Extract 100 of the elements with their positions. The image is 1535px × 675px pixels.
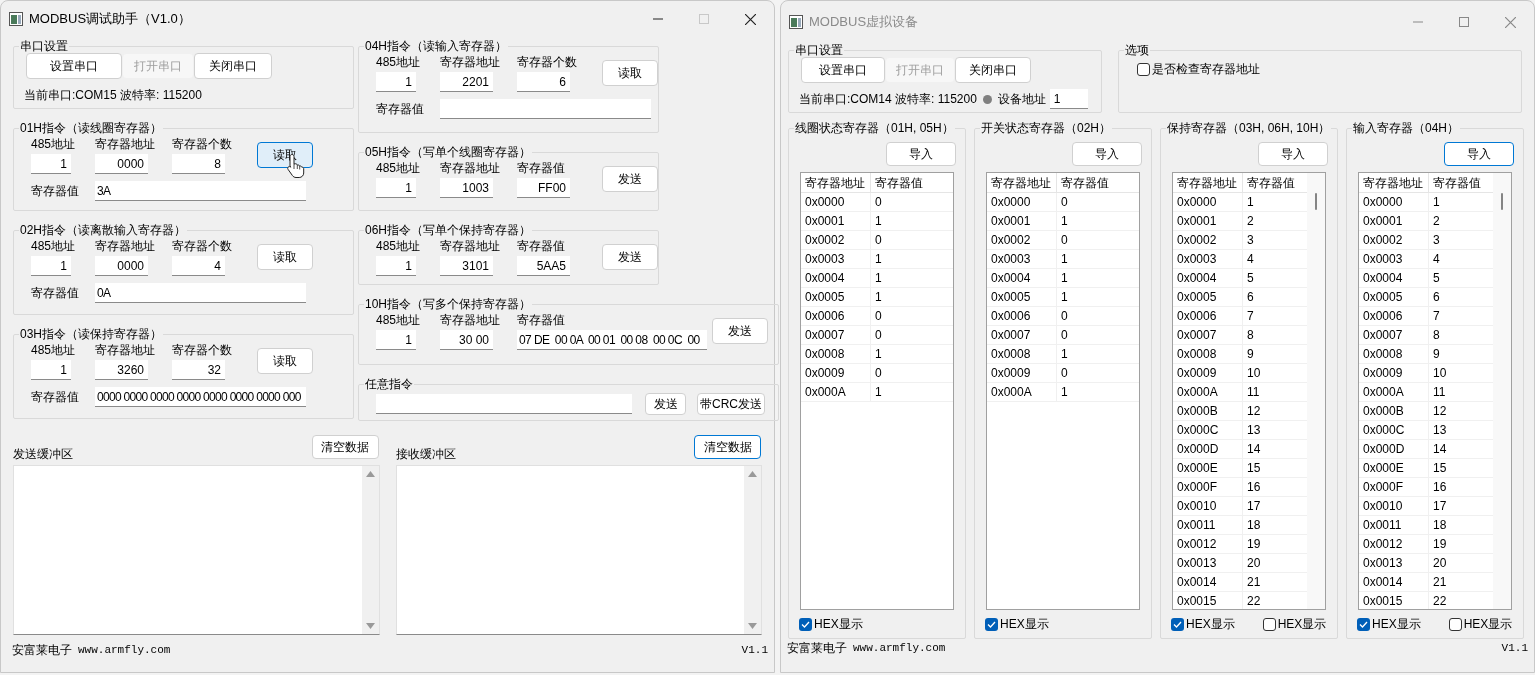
checkbox[interactable] <box>1357 617 1370 631</box>
field-label: 寄存器值 <box>31 183 80 200</box>
input-field[interactable]: 0000 0000 0000 0000 0000 0000 0000 000 <box>95 387 306 407</box>
group-title: 开关状态寄存器（02H） <box>980 121 1112 135</box>
table-cell-text: 0 <box>1060 232 1069 249</box>
input-field[interactable]: 2201 <box>440 72 493 92</box>
send-with-crc-button[interactable]: 带CRC发送 <box>697 393 765 415</box>
import-button[interactable]: 导入 <box>886 142 956 166</box>
table-cell: 0x0001 <box>1359 212 1429 230</box>
input-field[interactable]: 07 DE 00 0A 00 01 00 08 00 0C 00 <box>517 330 707 350</box>
import-button[interactable]: 导入 <box>1444 142 1514 166</box>
input-field[interactable]: FF00 <box>517 178 570 198</box>
input-field[interactable]: 1 <box>31 360 71 380</box>
table-cell-text: 11 <box>1246 384 1261 401</box>
table-cell-text: 5 <box>1432 270 1441 287</box>
checkbox-label: HEX显示 <box>1372 616 1421 633</box>
table-cell: 0x0010 <box>1359 497 1429 515</box>
input-field[interactable]: 0A <box>95 283 306 303</box>
field-label: 寄存器地址 <box>95 238 156 254</box>
checkbox[interactable] <box>799 617 812 631</box>
input-field[interactable] <box>376 394 632 414</box>
table-cell-text: 1 <box>1246 194 1255 211</box>
setup-port-button[interactable]: 设置串口 <box>26 53 122 79</box>
table-cell-text: 18 <box>1246 517 1262 534</box>
checkbox[interactable] <box>1171 617 1184 631</box>
send-button[interactable]: 发送 <box>645 393 686 415</box>
input-field[interactable]: 5AA5 <box>517 256 570 276</box>
input-field[interactable]: 1 <box>1049 89 1088 109</box>
website-link[interactable]: www.armfly.com <box>78 641 171 659</box>
checkbox[interactable] <box>1262 617 1276 631</box>
column-header[interactable]: 寄存器值 <box>1243 173 1307 192</box>
checkbox[interactable] <box>985 617 998 631</box>
input-field[interactable]: 6 <box>517 72 570 92</box>
setup-port-button[interactable]: 设置串口 <box>801 57 885 83</box>
input-field[interactable]: 3260 <box>95 360 148 380</box>
scrollbar-thumb[interactable] <box>1501 193 1503 210</box>
table-cell: 0x0006 <box>1173 307 1243 325</box>
input-field[interactable]: 32 <box>172 360 225 380</box>
table-cell-text: 6 <box>1432 289 1441 306</box>
field-label: 寄存器个数 <box>172 136 233 152</box>
input-field[interactable]: 1 <box>31 154 71 174</box>
field-label: 寄存器地址 <box>440 160 501 176</box>
table-cell: 0x0003 <box>987 250 1057 268</box>
import-button[interactable]: 导入 <box>1072 142 1142 166</box>
scrollbar-thumb[interactable] <box>1315 193 1317 210</box>
read-button[interactable]: 读取 <box>257 244 313 270</box>
import-button[interactable]: 导入 <box>1258 142 1328 166</box>
clear-data-button[interactable]: 清空数据 <box>694 435 761 459</box>
column-header[interactable]: 寄存器值 <box>1429 173 1493 192</box>
close-port-button[interactable]: 关闭串口 <box>955 57 1031 83</box>
input-field[interactable] <box>440 99 651 119</box>
input-field[interactable]: 1 <box>376 72 416 92</box>
input-field[interactable]: 1003 <box>440 178 493 198</box>
checkbox-label: HEX显示 <box>1000 616 1049 633</box>
clear-data-button[interactable]: 清空数据 <box>311 435 379 459</box>
input-field[interactable]: 1 <box>376 256 416 276</box>
close-port-button[interactable]: 关闭串口 <box>194 53 272 79</box>
checkbox[interactable] <box>1448 617 1462 631</box>
read-button[interactable]: 读取 <box>602 60 658 86</box>
read-button[interactable]: 读取 <box>257 348 313 374</box>
column-header[interactable]: 寄存器地址 <box>987 173 1057 192</box>
table-cell-text: 1 <box>1060 251 1069 268</box>
website-link[interactable]: www.armfly.com <box>853 639 946 657</box>
input-field[interactable]: 0000 <box>95 154 148 174</box>
checkbox-label: HEX显示 <box>814 616 863 633</box>
input-field[interactable]: 1 <box>376 330 416 350</box>
column-header[interactable]: 寄存器地址 <box>1173 173 1243 192</box>
column-header[interactable]: 寄存器值 <box>1057 173 1139 192</box>
column-header[interactable]: 寄存器地址 <box>1359 173 1429 192</box>
input-field[interactable]: 30 00 <box>440 330 493 350</box>
table-cell: 0x0001 <box>1173 212 1243 230</box>
column-header[interactable]: 寄存器地址 <box>801 173 871 192</box>
column-header[interactable]: 寄存器值 <box>871 173 953 192</box>
table-cell: 0x0004 <box>987 269 1057 287</box>
table-cell-text: 1 <box>1432 194 1441 211</box>
input-field[interactable]: 3101 <box>440 256 493 276</box>
table-cell: 0x0012 <box>1173 535 1243 553</box>
checkbox[interactable] <box>1137 62 1150 76</box>
send-button[interactable]: 发送 <box>712 318 768 344</box>
input-field[interactable]: 8 <box>172 154 225 174</box>
input-field[interactable]: 1 <box>376 178 416 198</box>
table-cell-text: 1 <box>874 213 883 230</box>
send-button[interactable]: 发送 <box>602 244 658 270</box>
table-cell-text: 22 <box>1246 593 1262 609</box>
input-field[interactable]: 0000 <box>95 256 148 276</box>
table-cell: 0x0013 <box>1173 554 1243 572</box>
field-label: 寄存器个数 <box>172 342 233 358</box>
table-cell-text: 16 <box>1432 479 1448 496</box>
send-button[interactable]: 发送 <box>602 166 658 192</box>
buffer-label: 发送缓冲区 <box>13 446 73 463</box>
input-field[interactable]: 1 <box>31 256 71 276</box>
table-cell: 0x0008 <box>987 345 1057 363</box>
scroll-down-arrow-icon <box>365 623 375 629</box>
table-cell: 0x0009 <box>801 364 871 382</box>
table-cell-text: 7 <box>1432 308 1441 325</box>
maximize-icon <box>699 14 709 24</box>
input-field[interactable]: 3A <box>95 181 306 201</box>
table-cell: 0x0005 <box>1173 288 1243 306</box>
table-cell: 0x0014 <box>1359 573 1429 591</box>
input-field[interactable]: 4 <box>172 256 225 276</box>
